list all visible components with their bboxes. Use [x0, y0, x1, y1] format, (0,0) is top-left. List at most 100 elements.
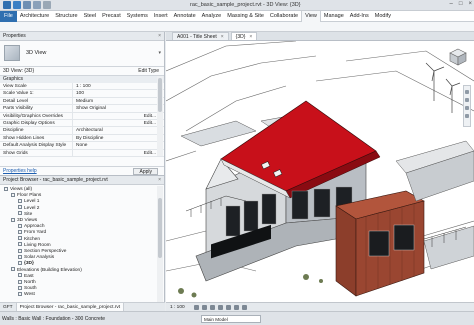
crop-view-icon[interactable]: [234, 305, 239, 310]
property-value[interactable]: 1 : 100: [72, 83, 164, 90]
properties-help-link[interactable]: Properties help: [3, 168, 37, 174]
properties-scrollbar[interactable]: [157, 76, 163, 156]
project-browser-title: Project Browser - rac_basic_sample_proje…: [3, 177, 108, 183]
property-row: Default Analysis Display Style None: [0, 142, 164, 150]
open-icon[interactable]: [13, 1, 21, 9]
close-icon[interactable]: ×: [158, 32, 161, 41]
project-browser-header: Project Browser - rac_basic_sample_proje…: [0, 176, 164, 185]
tab-massing-site[interactable]: Massing & Site: [224, 11, 267, 22]
browser-scrollbar[interactable]: [157, 186, 163, 302]
expand-icon[interactable]: [11, 192, 15, 197]
type-selector[interactable]: 3D View ▾: [0, 41, 164, 67]
render-icon[interactable]: [226, 305, 231, 310]
active-model-selector[interactable]: Main Model: [201, 315, 261, 323]
view-icon: [18, 291, 22, 296]
steering-wheel-icon[interactable]: [465, 90, 469, 94]
tab-insert[interactable]: Insert: [151, 11, 171, 22]
tab-manage[interactable]: Manage: [321, 11, 347, 22]
instance-filter[interactable]: 3D View: {3D} Edit Type: [0, 67, 164, 76]
expand-icon[interactable]: [4, 186, 8, 191]
view-tab-title-sheet[interactable]: A001 - Title Sheet ×: [172, 32, 229, 40]
property-value[interactable]: By Discipline: [72, 134, 164, 142]
property-value[interactable]: None: [72, 142, 164, 149]
edit-button[interactable]: Edit...: [72, 149, 164, 156]
3d-viewport[interactable]: [166, 41, 474, 302]
temporary-hide-icon[interactable]: [242, 305, 247, 310]
pan-icon[interactable]: [465, 106, 469, 110]
scroll-thumb[interactable]: [158, 198, 162, 258]
visual-style-icon[interactable]: [202, 305, 207, 310]
sun-path-icon[interactable]: [210, 305, 215, 310]
tab-add-ins[interactable]: Add-Ins: [347, 11, 372, 22]
view-icon: [18, 248, 22, 253]
tab-view[interactable]: View: [301, 10, 321, 22]
shadows-icon[interactable]: [218, 305, 223, 310]
tab-precast[interactable]: Precast: [99, 11, 124, 22]
viewcube-icon[interactable]: [448, 47, 468, 67]
view-icon: [18, 229, 22, 234]
navigation-bar[interactable]: [463, 85, 471, 127]
browser-node[interactable]: West: [18, 291, 35, 298]
revit-app-icon[interactable]: [3, 1, 11, 9]
property-row: Visibility/Graphics Overrides Edit...: [0, 112, 164, 120]
expand-icon[interactable]: [11, 217, 15, 222]
property-value[interactable]: Medium: [72, 97, 164, 105]
tab-structure[interactable]: Structure: [52, 11, 80, 22]
chevron-down-icon[interactable]: ▾: [158, 50, 161, 56]
tab-modify[interactable]: Modify: [372, 11, 394, 22]
expand-icon[interactable]: [11, 267, 15, 272]
maximize-button[interactable]: □: [459, 1, 463, 7]
tab-systems[interactable]: Systems: [124, 11, 151, 22]
properties-palette: Properties × 3D View ▾ 3D View: {3D} Edi…: [0, 32, 165, 175]
view-tab-3d[interactable]: {3D} ×: [230, 32, 258, 40]
view-scale[interactable]: 1 : 100: [170, 305, 185, 310]
apply-button[interactable]: Apply: [133, 168, 158, 175]
edit-button[interactable]: Edit...: [72, 119, 164, 127]
property-row: Detail Level Medium: [0, 97, 164, 106]
property-row: Parts Visibility Show Original: [0, 105, 164, 113]
tab-architecture[interactable]: Architecture: [17, 11, 52, 22]
undo-icon[interactable]: [33, 1, 41, 9]
view-icon: [18, 242, 22, 247]
quick-access-toolbar: [3, 1, 51, 9]
property-value[interactable]: 100: [72, 90, 164, 97]
close-icon[interactable]: ×: [221, 34, 224, 40]
view-tabs: A001 - Title Sheet × {3D} ×: [166, 32, 474, 41]
tab-file[interactable]: File: [0, 10, 17, 22]
tab-collaborate[interactable]: Collaborate: [267, 11, 301, 22]
view-icon: [18, 254, 22, 259]
property-name: Discipline: [3, 128, 24, 134]
save-icon[interactable]: [23, 1, 31, 9]
close-window-button[interactable]: ×: [468, 1, 472, 7]
property-group-graphics[interactable]: Graphics: [0, 76, 164, 83]
property-value[interactable]: Show Original: [72, 105, 164, 112]
instance-filter-label: 3D View: {3D}: [3, 68, 35, 74]
orbit-icon[interactable]: [465, 114, 469, 118]
property-name: Graphic Display Options: [3, 120, 55, 126]
view-icon: [18, 211, 22, 216]
tab-project-browser[interactable]: Project Browser - rac_basic_sample_proje…: [16, 303, 125, 311]
tab-gft[interactable]: GFT: [0, 303, 17, 311]
edit-button[interactable]: Edit...: [72, 112, 164, 119]
tab-analyze[interactable]: Analyze: [199, 11, 225, 22]
redo-icon[interactable]: [43, 1, 51, 9]
scroll-thumb[interactable]: [158, 78, 162, 112]
tab-steel[interactable]: Steel: [81, 11, 100, 22]
view-icon: [18, 279, 22, 284]
zoom-icon[interactable]: [465, 98, 469, 102]
property-value[interactable]: Architectural: [72, 127, 164, 134]
tab-annotate[interactable]: Annotate: [171, 11, 199, 22]
property-name: View Scale: [3, 84, 27, 89]
close-icon[interactable]: ×: [249, 34, 252, 40]
minimize-button[interactable]: –: [450, 1, 453, 7]
browser-node-label: West: [24, 292, 35, 298]
view-icon: [18, 205, 22, 210]
property-row: Graphic Display Options Edit...: [0, 119, 164, 128]
detail-level-icon[interactable]: [194, 305, 199, 310]
status-text: Walls : Basic Wall : Foundation - 300 Co…: [2, 316, 106, 322]
edit-type-button[interactable]: Edit Type: [138, 67, 159, 76]
ribbon-panel: [0, 22, 474, 32]
palette-tabs: GFT Project Browser - rac_basic_sample_p…: [0, 302, 165, 311]
property-row: Scale Value 1: 100: [0, 90, 164, 98]
close-icon[interactable]: ×: [158, 176, 161, 185]
